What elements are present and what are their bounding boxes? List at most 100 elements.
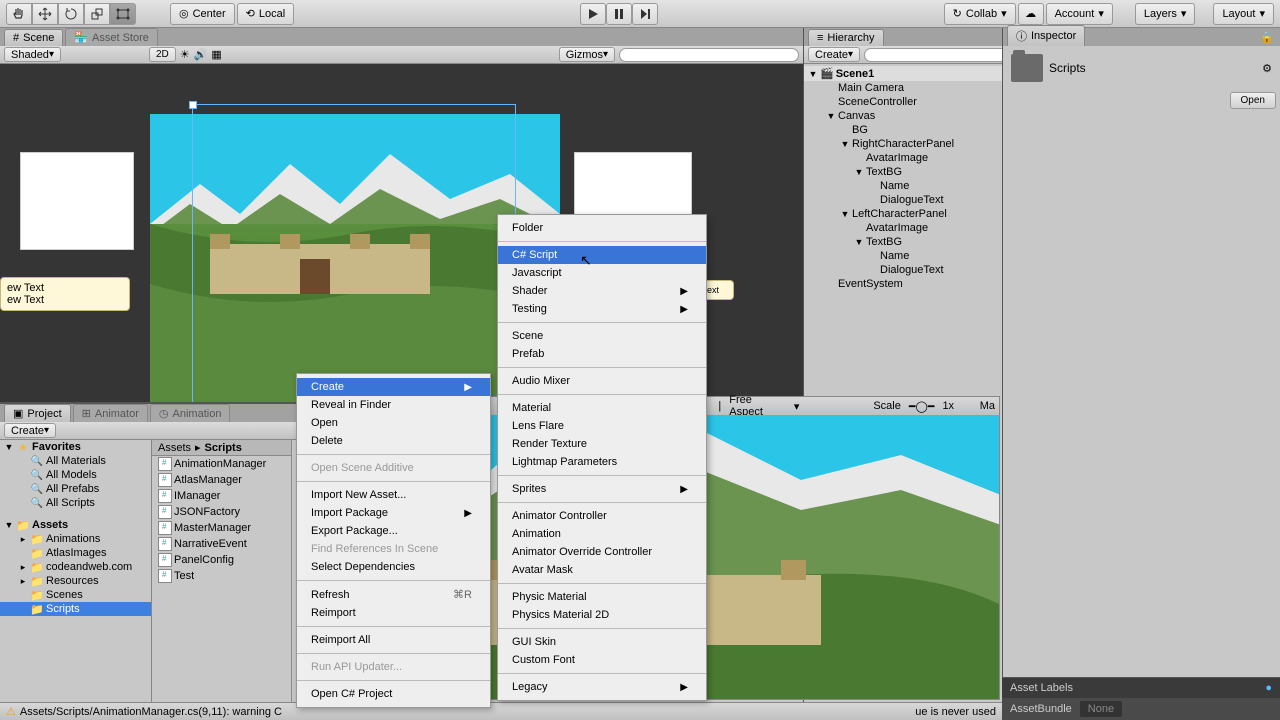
asset-folder[interactable]: 📁AtlasImages (0, 546, 151, 560)
scale-tool[interactable] (84, 3, 110, 25)
hierarchy-item[interactable]: ▼TextBG (804, 165, 1002, 179)
script-file[interactable]: MasterManager (152, 520, 291, 536)
menu-item[interactable]: Shader▶ (498, 282, 706, 300)
layout-dropdown[interactable]: Layout ▾ (1213, 3, 1274, 25)
menu-item[interactable]: Lightmap Parameters (498, 453, 706, 471)
lock-icon[interactable]: 🔒 (1254, 29, 1280, 46)
collab-dropdown[interactable]: ↻ Collab ▾ (944, 3, 1016, 25)
hierarchy-tab[interactable]: ≡ Hierarchy (808, 29, 884, 46)
menu-item[interactable]: Legacy▶ (498, 678, 706, 696)
menu-item[interactable]: Import New Asset... (297, 486, 490, 504)
script-file[interactable]: PanelConfig (152, 552, 291, 568)
play-button[interactable] (580, 3, 606, 25)
light-icon[interactable]: ☀ (180, 48, 190, 61)
menu-item[interactable]: Open (297, 414, 490, 432)
hierarchy-item[interactable]: EventSystem (804, 277, 1002, 291)
project-folders[interactable]: ▼★Favorites 🔍All Materials🔍All Models🔍Al… (0, 440, 152, 702)
menu-item[interactable]: Import Package▶ (297, 504, 490, 522)
menu-item[interactable]: Folder (498, 219, 706, 237)
favorite-item[interactable]: 🔍All Prefabs (0, 482, 151, 496)
breadcrumb-root[interactable]: Assets (158, 442, 191, 454)
menu-item[interactable]: Avatar Mask (498, 561, 706, 579)
asset-store-tab[interactable]: 🏪 Asset Store (65, 28, 158, 46)
hierarchy-item[interactable]: SceneController (804, 95, 1002, 109)
menu-item[interactable]: C# Script (498, 246, 706, 264)
create-submenu[interactable]: Folder C# ScriptJavascriptShader▶Testing▶… (497, 214, 707, 701)
hand-tool[interactable] (6, 3, 32, 25)
step-button[interactable] (632, 3, 658, 25)
asset-folder[interactable]: 📁Scenes (0, 588, 151, 602)
create-dropdown[interactable]: Create ▾ (4, 423, 56, 438)
menu-item[interactable]: Prefab (498, 345, 706, 363)
pause-button[interactable] (606, 3, 632, 25)
hierarchy-item[interactable]: Main Camera (804, 81, 1002, 95)
cloud-button[interactable]: ☁ (1018, 3, 1044, 25)
project-tab[interactable]: ▣ Project (4, 404, 71, 422)
favorite-item[interactable]: 🔍All Materials (0, 454, 151, 468)
hierarchy-item[interactable]: AvatarImage (804, 221, 1002, 235)
scene-tab[interactable]: # Scene (4, 29, 63, 46)
scene-root[interactable]: ▼🎬 Scene1 (804, 66, 1002, 81)
rotate-tool[interactable] (58, 3, 84, 25)
menu-item[interactable]: Scene (498, 327, 706, 345)
hierarchy-search[interactable] (864, 48, 1010, 62)
menu-item[interactable]: Javascript (498, 264, 706, 282)
project-context-menu[interactable]: Create▶Reveal in FinderOpenDeleteOpen Sc… (296, 373, 491, 708)
hierarchy-item[interactable]: Name (804, 179, 1002, 193)
scale-slider[interactable]: ━◯━ (909, 400, 935, 413)
rect-tool[interactable] (110, 3, 136, 25)
inspector-tab[interactable]: ⓘ Inspector (1007, 25, 1085, 46)
script-file[interactable]: JSONFactory (152, 504, 291, 520)
script-file[interactable]: IManager (152, 488, 291, 504)
asset-folder[interactable]: ▸📁Resources (0, 574, 151, 588)
scene-search[interactable] (619, 48, 799, 62)
script-file[interactable]: AnimationManager (152, 456, 291, 472)
menu-item[interactable]: GUI Skin (498, 633, 706, 651)
hierarchy-item[interactable]: AvatarImage (804, 151, 1002, 165)
menu-item[interactable]: Open C# Project (297, 685, 490, 703)
menu-item[interactable]: Render Texture (498, 435, 706, 453)
pivot-local[interactable]: ⟲ Local (237, 3, 295, 25)
menu-item[interactable]: Sprites▶ (498, 480, 706, 498)
hierarchy-item[interactable]: Name (804, 249, 1002, 263)
assetbundle-none[interactable]: None (1080, 701, 1122, 717)
animator-tab[interactable]: ⊞ Animator (73, 404, 148, 422)
menu-item[interactable]: Select Dependencies (297, 558, 490, 576)
move-tool[interactable] (32, 3, 58, 25)
menu-item[interactable]: Delete (297, 432, 490, 450)
script-file[interactable]: NarrativeEvent (152, 536, 291, 552)
hierarchy-item[interactable]: DialogueText (804, 263, 1002, 277)
animation-tab[interactable]: ◷ Animation (150, 404, 231, 422)
menu-item[interactable]: Animator Override Controller (498, 543, 706, 561)
layers-dropdown[interactable]: Layers ▾ (1135, 3, 1196, 25)
hierarchy-create[interactable]: Create ▾ (808, 47, 860, 62)
menu-item[interactable]: Reveal in Finder (297, 396, 490, 414)
menu-item[interactable]: Material (498, 399, 706, 417)
menu-item[interactable]: Physics Material 2D (498, 606, 706, 624)
script-file[interactable]: AtlasManager (152, 472, 291, 488)
menu-item[interactable]: Refresh⌘R (297, 585, 490, 604)
asset-folder[interactable]: ▸📁codeandweb.com (0, 560, 151, 574)
menu-item[interactable]: Create▶ (297, 378, 490, 396)
menu-item[interactable]: Export Package... (297, 522, 490, 540)
breadcrumb-current[interactable]: Scripts (205, 442, 242, 454)
menu-item[interactable]: Animator Controller (498, 507, 706, 525)
render-mode[interactable]: Shaded ▾ (4, 47, 61, 62)
asset-folder[interactable]: 📁Scripts (0, 602, 151, 616)
hierarchy-item[interactable]: BG (804, 123, 1002, 137)
audio-icon[interactable]: 🔊 (194, 48, 208, 61)
project-files[interactable]: Assets ▸ Scripts AnimationManager AtlasM… (152, 440, 292, 702)
menu-item[interactable]: Reimport All (297, 631, 490, 649)
hierarchy-item[interactable]: ▼RightCharacterPanel (804, 137, 1002, 151)
settings-icon[interactable]: ⚙ (1262, 62, 1272, 75)
hierarchy-item[interactable]: ▼Canvas (804, 109, 1002, 123)
selection-rect[interactable] (192, 104, 516, 402)
menu-item[interactable]: Testing▶ (498, 300, 706, 318)
script-file[interactable]: Test (152, 568, 291, 584)
mode-2d[interactable]: 2D (149, 47, 176, 62)
favorite-item[interactable]: 🔍All Scripts (0, 496, 151, 510)
menu-item[interactable]: Custom Font (498, 651, 706, 669)
gizmos-dropdown[interactable]: Gizmos ▾ (559, 47, 615, 62)
menu-item[interactable]: Physic Material (498, 588, 706, 606)
menu-item[interactable]: Reimport (297, 604, 490, 622)
